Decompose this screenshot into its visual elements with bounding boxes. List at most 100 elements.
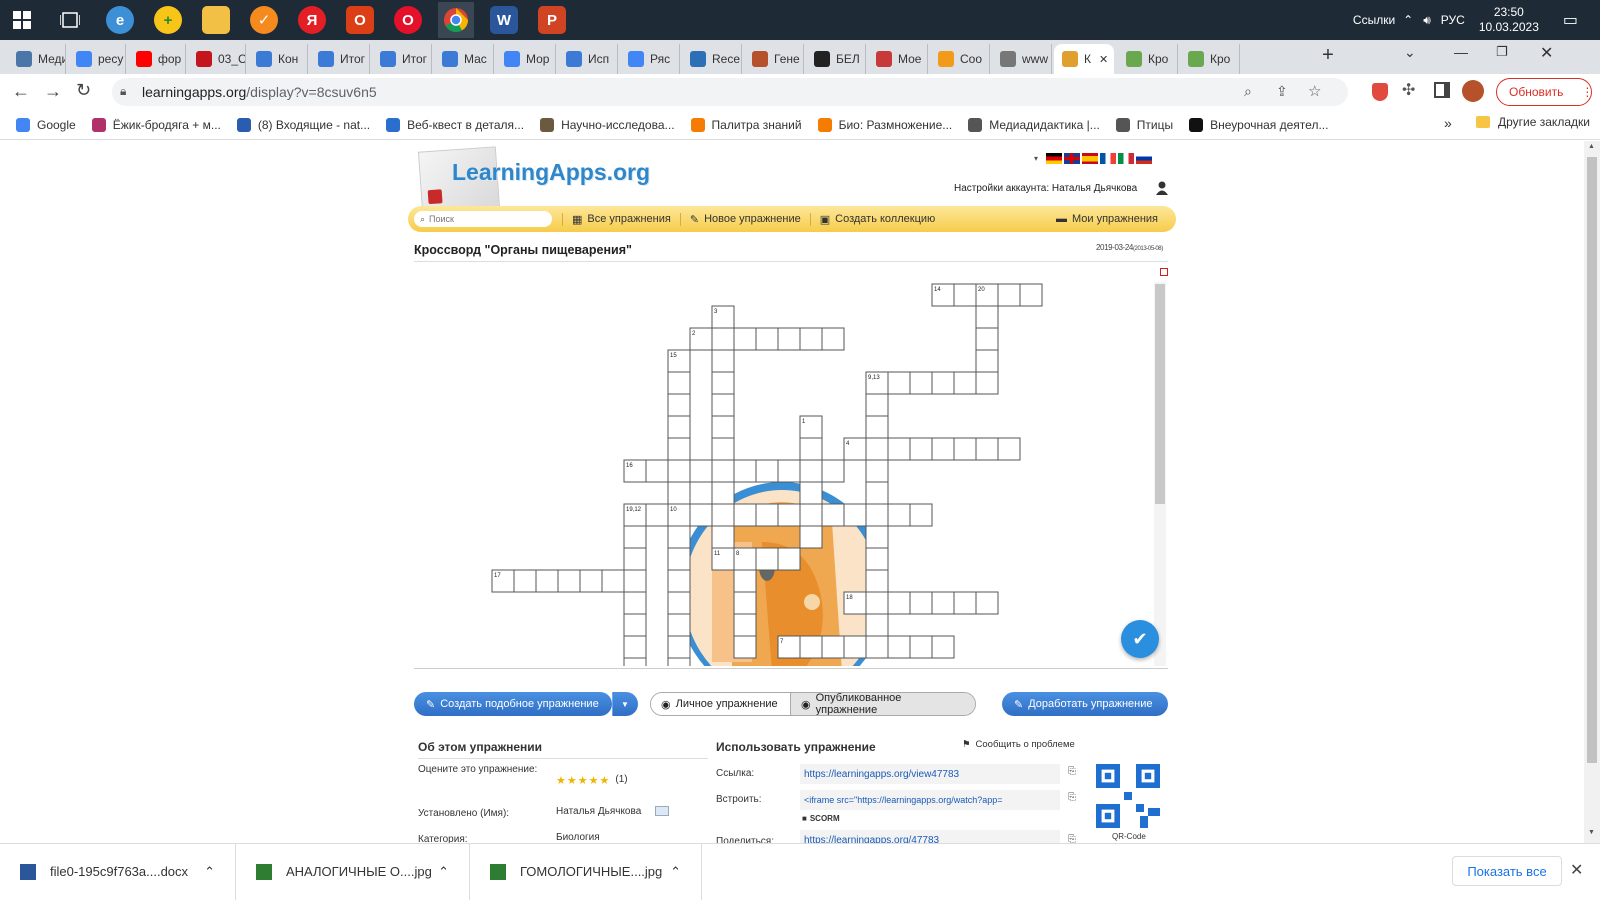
create-similar-button[interactable]: ✎ Создать подобное упражнение [414,692,612,716]
back-arrow-icon[interactable]: ← [12,81,30,102]
crossword-cell[interactable] [975,371,999,395]
crossword-cell[interactable] [909,591,933,615]
crossword-cell[interactable] [887,503,911,527]
crossword-cell[interactable] [711,327,735,351]
crossword-cell[interactable] [667,525,691,549]
nav-new-exercise[interactable]: ✎ Новое упражнение [681,212,811,226]
crossword-cell[interactable] [821,459,845,483]
crossword-cell[interactable] [953,437,977,461]
rating-stars[interactable]: ★ ★ ★ ★ ★ (1) [556,774,628,787]
check-answers-button[interactable]: ✔ [1121,620,1159,658]
browser-tab[interactable]: Кро [1180,44,1240,74]
flag-de-icon[interactable] [1046,153,1063,164]
crossword-cell[interactable] [601,569,625,593]
crossword-cell[interactable] [733,327,757,351]
crossword-cell[interactable] [667,459,691,483]
page-scrollbar[interactable]: ▲ ▼ [1584,141,1600,843]
browser-tab[interactable]: Rece [682,44,742,74]
crossword-cell[interactable] [535,569,559,593]
envelope-icon[interactable] [655,806,669,816]
star-icon[interactable]: ★ [556,774,566,787]
crossword-cell[interactable] [733,459,757,483]
bookmark-item[interactable]: Внеурочная деятел... [1189,117,1328,132]
crossword-cell[interactable] [711,393,735,417]
crossword-cell[interactable] [865,459,889,483]
crossword-cell[interactable] [755,459,779,483]
forward-arrow-icon[interactable]: → [44,81,62,102]
close-downloads-icon[interactable]: ✕ [1570,860,1583,880]
browser-tab[interactable]: Итог [310,44,370,74]
crossword-cell[interactable] [909,371,933,395]
crossword-cell[interactable] [931,371,955,395]
notification-icon[interactable]: ▭ [1563,10,1578,30]
crossword-cell[interactable] [667,569,691,593]
crossword-cell[interactable] [623,635,647,659]
update-button[interactable]: Обновить ⋮ [1496,78,1593,106]
flag-es-icon[interactable] [1082,153,1099,164]
browser-tab[interactable]: Кон [248,44,308,74]
windows-start-icon[interactable] [8,6,36,34]
opera-icon[interactable]: O [394,6,422,34]
flag-it-icon[interactable] [1118,153,1135,164]
minimize-icon[interactable]: — [1454,44,1468,60]
bookmark-item[interactable]: Google [16,117,76,132]
crossword-cell[interactable] [997,437,1021,461]
crossword-cell[interactable] [557,569,581,593]
crossword-cell[interactable] [667,613,691,637]
crossword-cell[interactable] [711,503,735,527]
crossword-cell[interactable] [711,349,735,373]
browser-tab[interactable]: ресу [68,44,126,74]
crossword-cell[interactable] [667,415,691,439]
page-scrollbar-thumb[interactable] [1587,157,1597,763]
chevron-up-icon[interactable]: ⌃ [1403,13,1413,27]
crossword-cell[interactable] [975,305,999,329]
crossword-cell[interactable] [909,503,933,527]
crossword-cell[interactable] [843,635,867,659]
task-view-icon[interactable] [56,6,84,34]
plus-app-icon[interactable]: + [154,6,182,34]
shield-browser-icon[interactable]: ✓ [250,6,278,34]
crossword-cell[interactable] [623,569,647,593]
user-icon[interactable] [1156,181,1168,195]
crossword-cell[interactable] [667,393,691,417]
crossword-cell[interactable] [711,437,735,461]
show-all-downloads-button[interactable]: Показать все [1452,856,1562,886]
crossword-cell[interactable] [865,547,889,571]
crossword-cell[interactable] [865,569,889,593]
side-panel-icon[interactable] [1434,82,1450,98]
browser-tab[interactable]: Мас [434,44,494,74]
crossword-cell[interactable] [865,525,889,549]
crossword-cell[interactable] [843,503,867,527]
crossword-cell[interactable] [711,415,735,439]
copy-icon[interactable]: ⎘ [1068,792,1076,803]
embed-field[interactable]: <iframe src="https://learningapps.org/wa… [800,790,1060,810]
crossword-cell[interactable] [975,591,999,615]
crossword-cell[interactable] [865,635,889,659]
copy-icon[interactable]: ⎘ [1068,766,1076,777]
browser-tab[interactable]: Coo [930,44,990,74]
crossword-cell[interactable] [799,481,823,505]
crossword-cell[interactable] [975,327,999,351]
crossword-cell[interactable] [887,437,911,461]
star-icon[interactable]: ★ [589,774,599,787]
crossword-cell[interactable] [733,591,757,615]
scroll-up-arrow-icon[interactable]: ▲ [1588,143,1595,150]
star-icon[interactable]: ★ [567,774,577,787]
crossword-cell[interactable] [931,635,955,659]
fullscreen-icon[interactable] [1160,268,1168,276]
crossword-cell[interactable] [513,569,537,593]
flag-dropdown-icon[interactable]: ▾ [1034,154,1038,163]
download-item[interactable]: ГОМОЛОГИЧНЫЕ....jpg ⌃ [470,843,702,900]
qr-code-icon[interactable] [1096,764,1160,828]
new-tab-plus-icon[interactable]: + [1316,44,1340,68]
crossword-cell[interactable] [953,591,977,615]
crossword-cell[interactable] [645,459,669,483]
crossword-cell[interactable] [799,503,823,527]
browser-tab[interactable]: Итог [372,44,432,74]
crossword-cell[interactable] [667,371,691,395]
browser-tab[interactable]: Мое [868,44,928,74]
file-explorer-icon[interactable] [202,6,230,34]
crossword-cell[interactable] [865,503,889,527]
crossword-cell[interactable] [623,613,647,637]
zoom-icon[interactable]: ⌕ [1244,83,1252,100]
